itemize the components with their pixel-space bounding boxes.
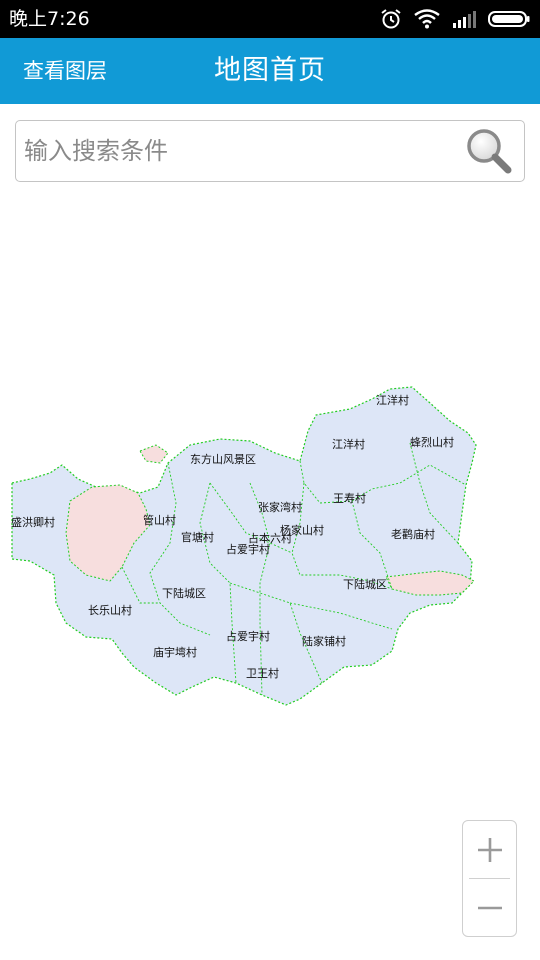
search-box bbox=[15, 120, 525, 182]
map-label: 老鹳庙村 bbox=[391, 527, 435, 541]
map-region-highlight bbox=[139, 444, 169, 464]
map-label: 蜂烈山村 bbox=[410, 435, 454, 449]
map-label: 官塘村 bbox=[181, 530, 214, 544]
status-time: 晚上7:26 bbox=[9, 8, 90, 30]
map-label: 卫王村 bbox=[246, 666, 279, 680]
zoom-in-button[interactable] bbox=[463, 821, 516, 878]
zoom-control bbox=[462, 820, 517, 937]
map-view[interactable]: 江洋村 江洋村 蜂烈山村 东方山风景区 王寿村 张家湾村 盛洪卿村 管山村 杨家… bbox=[0, 183, 540, 960]
signal-icon bbox=[453, 11, 476, 28]
zoom-out-button[interactable] bbox=[463, 880, 516, 936]
minus-icon bbox=[478, 906, 502, 910]
map-label: 占爱宇村 bbox=[226, 629, 270, 643]
map-canvas[interactable]: 江洋村 江洋村 蜂烈山村 东方山风景区 王寿村 张家湾村 盛洪卿村 管山村 杨家… bbox=[0, 183, 540, 960]
map-label: 下陆城区 bbox=[162, 586, 206, 600]
map-label: 下陆城区 bbox=[343, 577, 387, 591]
map-label: 江洋村 bbox=[376, 393, 409, 407]
map-label: 东方山风景区 bbox=[190, 452, 256, 466]
plus-icon bbox=[478, 838, 502, 862]
alarm-icon bbox=[381, 9, 401, 29]
search-icon bbox=[467, 129, 512, 174]
page-title: 地图首页 bbox=[214, 55, 326, 86]
map-label: 王寿村 bbox=[333, 491, 366, 505]
map-label: 管山村 bbox=[143, 513, 176, 527]
search-input[interactable] bbox=[24, 129, 444, 173]
map-label: 长乐山村 bbox=[88, 603, 132, 617]
map-label: 江洋村 bbox=[332, 437, 365, 451]
map-label: 陆家铺村 bbox=[302, 634, 346, 648]
zoom-divider bbox=[469, 878, 510, 879]
map-label: 盛洪卿村 bbox=[11, 515, 55, 529]
map-label: 张家湾村 bbox=[258, 500, 302, 514]
status-icons bbox=[380, 6, 530, 32]
status-bar: 晚上7:26 bbox=[0, 0, 540, 38]
wifi-icon bbox=[414, 9, 440, 29]
map-label: 庙宇塆村 bbox=[153, 645, 197, 659]
app-bar: 查看图层 地图首页 bbox=[0, 38, 540, 104]
map-label: 占爱宇村 bbox=[226, 542, 270, 556]
battery-icon bbox=[488, 11, 530, 27]
search-button[interactable] bbox=[464, 127, 514, 177]
